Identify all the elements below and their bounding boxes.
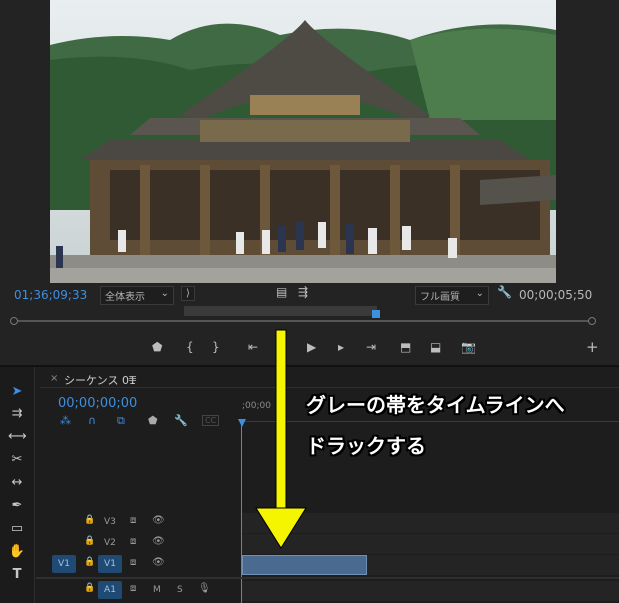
drag-arrow xyxy=(255,329,307,549)
annotation-line-2: ドラックする xyxy=(306,434,426,458)
annotation-line-1: グレーの帯をタイムラインへ xyxy=(306,393,565,417)
